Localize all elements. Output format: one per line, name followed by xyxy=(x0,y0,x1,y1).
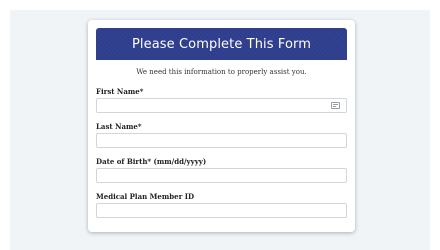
member-id-input[interactable] xyxy=(96,203,347,218)
date-of-birth-label: Date of Birth* (mm/dd/yyyy) xyxy=(96,157,207,166)
last-name-label: Last Name* xyxy=(96,122,142,131)
form-intro-text: We need this information to properly ass… xyxy=(136,68,307,76)
autofill-contact-icon[interactable] xyxy=(331,102,340,109)
form-card: Please Complete This Form We need this i… xyxy=(88,20,355,232)
first-name-input[interactable] xyxy=(96,98,347,113)
date-of-birth-input[interactable] xyxy=(96,168,347,183)
first-name-label: First Name* xyxy=(96,87,144,96)
member-id-label: Medical Plan Member ID xyxy=(96,192,195,201)
form-header: Please Complete This Form xyxy=(96,28,347,60)
form-title: Please Complete This Form xyxy=(131,36,312,52)
last-name-input[interactable] xyxy=(96,133,347,148)
